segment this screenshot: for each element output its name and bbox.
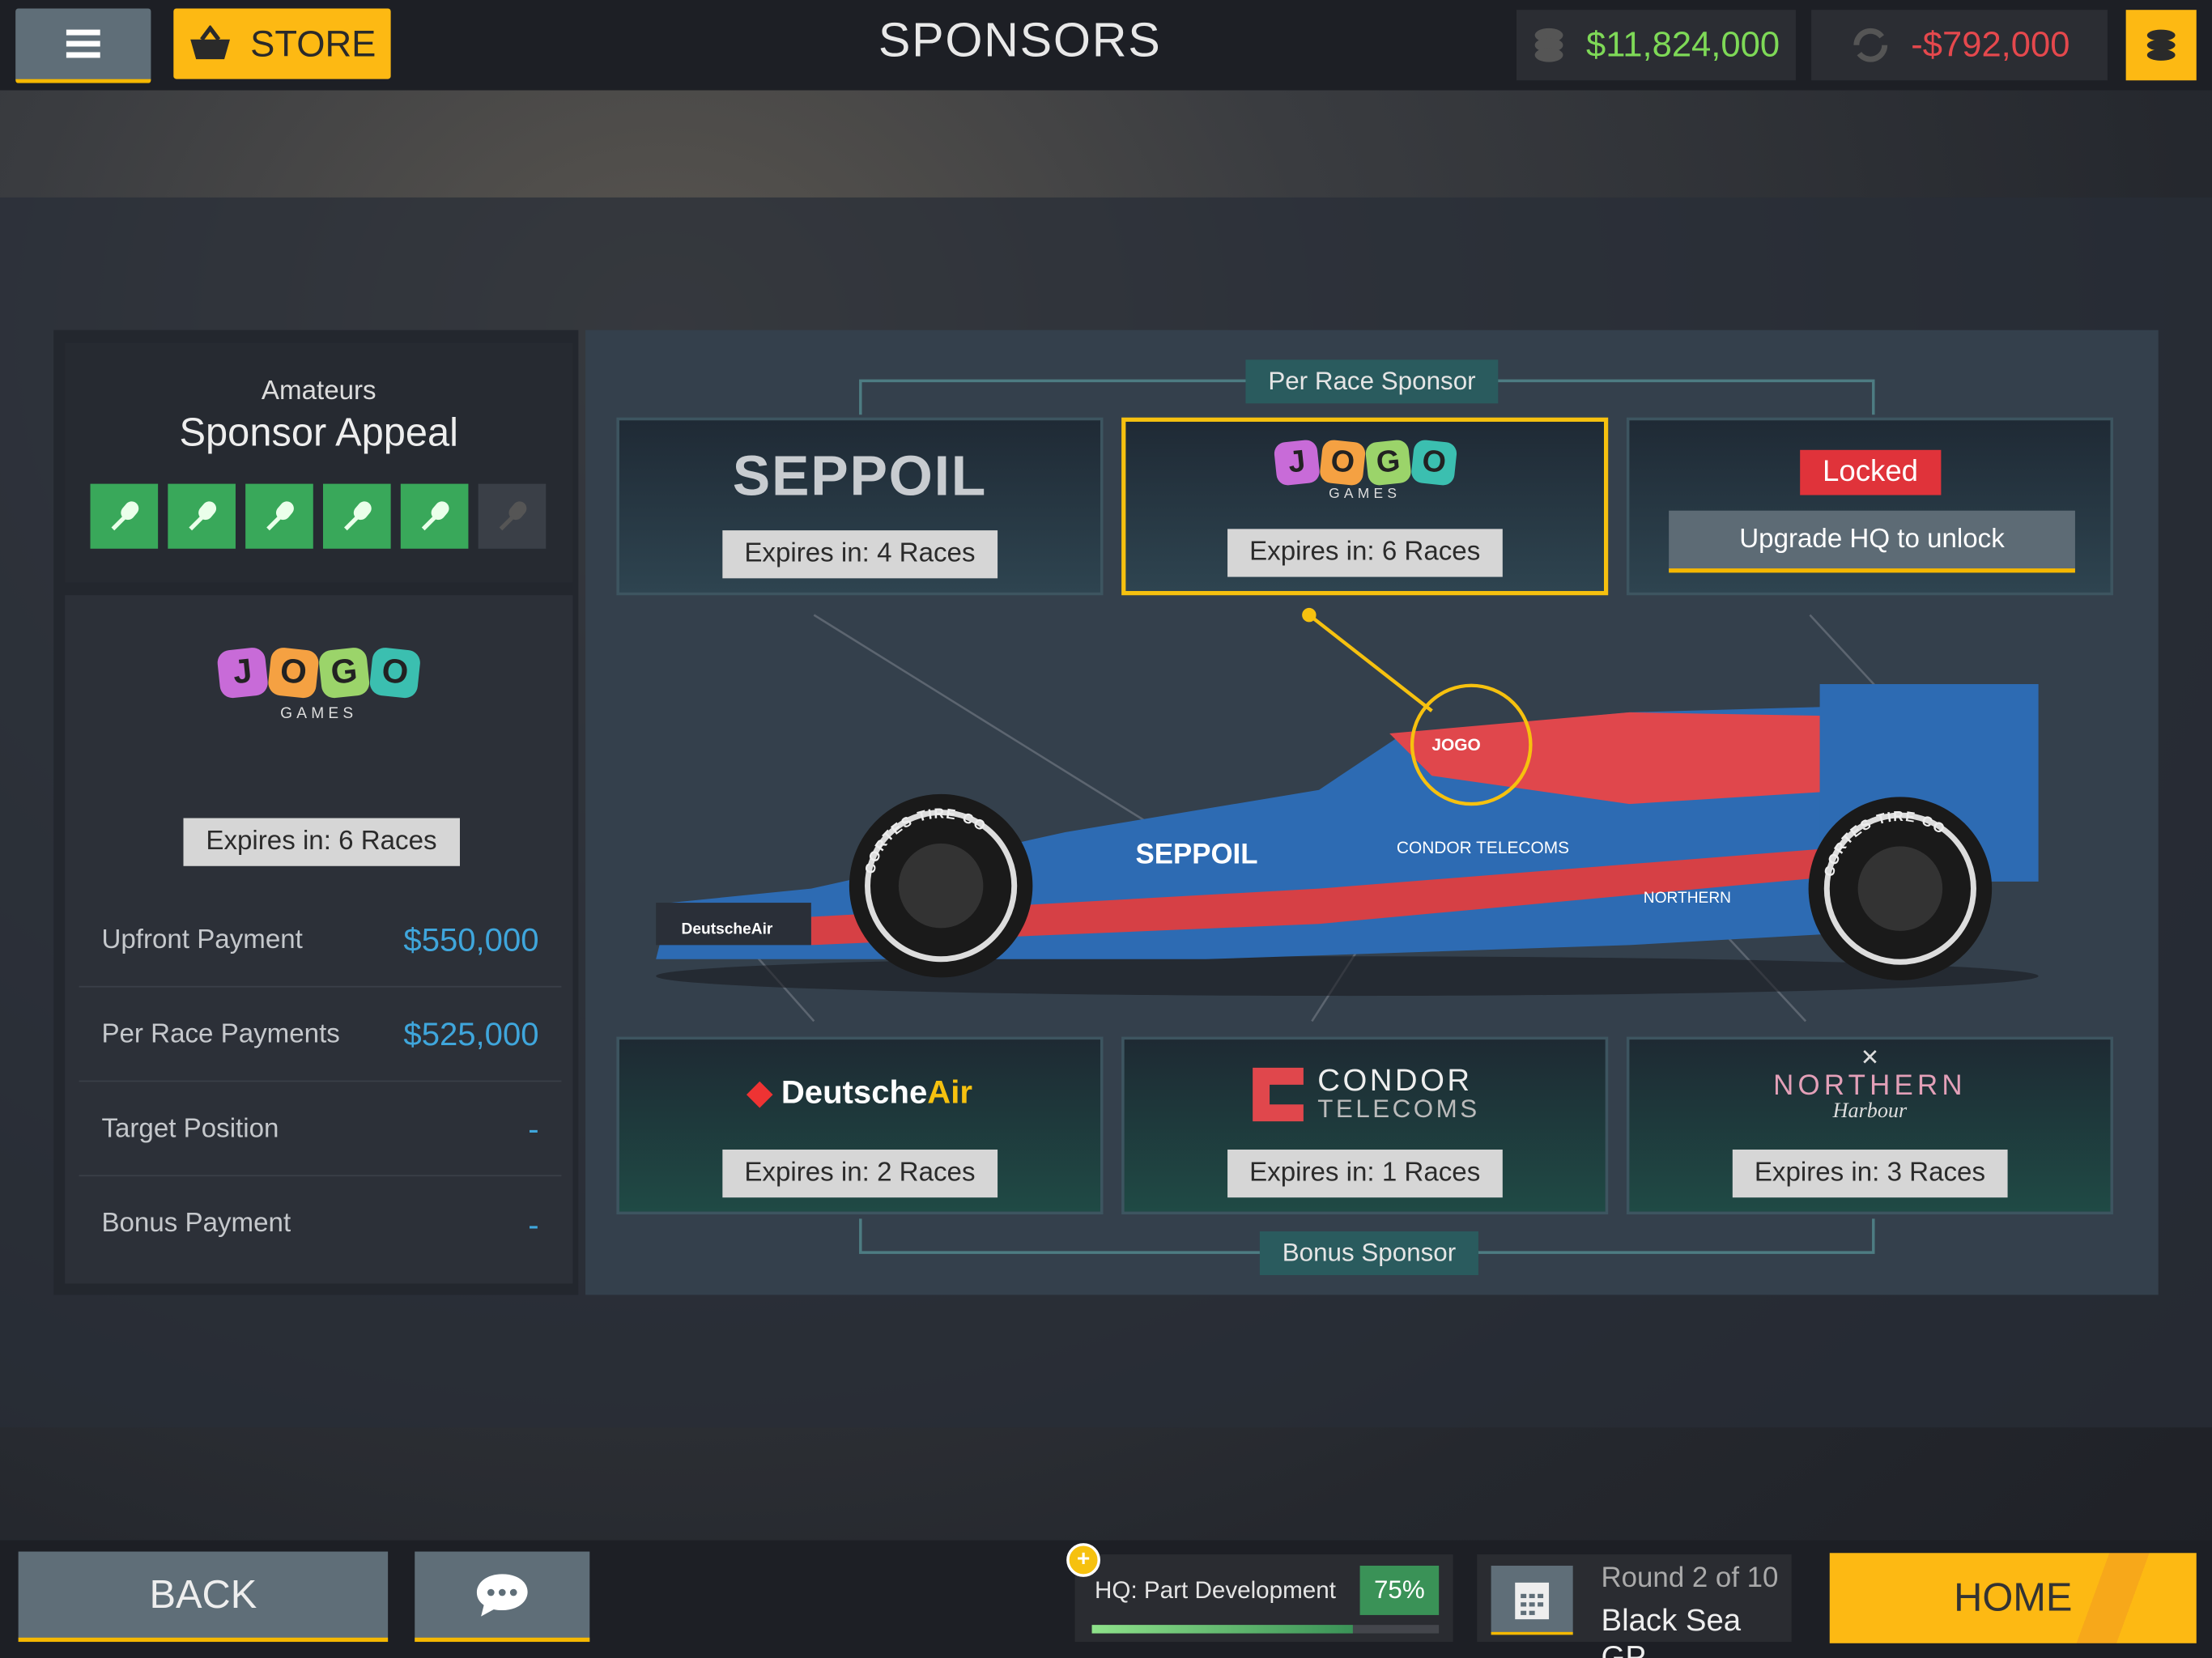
calendar-button[interactable] [1491, 1565, 1573, 1635]
menu-button[interactable] [15, 8, 151, 83]
microphone-icon [478, 483, 547, 549]
back-button[interactable]: BACK [18, 1551, 389, 1643]
logo-sub: GAMES [280, 705, 358, 723]
appeal-rating [90, 483, 573, 549]
sponsor-appeal-section: Amateurs Sponsor Appeal [65, 342, 573, 583]
coins-icon [2146, 29, 2176, 61]
payment-row: Bonus Payment - [79, 1178, 562, 1271]
livery-jogo: JOGO [1431, 736, 1480, 755]
microphone-icon [245, 483, 313, 549]
appeal-tier: Amateurs [261, 376, 376, 406]
microphone-icon [90, 483, 159, 549]
row-label: Upfront Payment [101, 925, 303, 954]
locked-badge: Locked [1800, 449, 1941, 495]
cycle-icon [1853, 28, 1887, 62]
basket-icon [190, 25, 231, 60]
flag-icon: ◆ [747, 1073, 781, 1111]
coins-icon [1535, 28, 1564, 62]
appeal-title: Sponsor Appeal [179, 410, 459, 455]
microphone-icon [322, 483, 391, 549]
condor-logo: CONDOR TELECOMS [1125, 1065, 1606, 1124]
row-value: $550,000 [403, 920, 539, 959]
balance-value: $11,824,000 [1586, 24, 1780, 65]
row-value: $525,000 [403, 1015, 539, 1052]
expires-badge: Expires in: 4 Races [721, 530, 998, 579]
livery-northern: NORTHERN [1644, 890, 1731, 907]
per-race-sponsor-label: Per Race Sponsor [1245, 359, 1499, 404]
jogo-logo: JOGO [65, 646, 572, 699]
bonus-slot-northern[interactable]: ✕ NORTHERN Harbour Expires in: 3 Races [1626, 1036, 2113, 1215]
hq-progress-widget[interactable]: HQ: Part Development 75% [1074, 1554, 1453, 1643]
balance-display: $11,824,000 [1516, 10, 1796, 81]
per-race-slot-seppoil[interactable]: SEPPOIL Expires in: 4 Races [616, 417, 1104, 596]
hq-percent: 75% [1359, 1565, 1440, 1615]
net-change-value: -$792,000 [1911, 24, 2070, 65]
row-label: Bonus Payment [101, 1209, 291, 1239]
round-label: Round 2 of 10 [1601, 1562, 1779, 1594]
expires-badge: Expires in: 1 Races [1227, 1149, 1504, 1198]
bonus-sponsor-label: Bonus Sponsor [1259, 1231, 1479, 1276]
microphone-icon [400, 483, 469, 549]
row-label: Per Race Payments [101, 1018, 340, 1049]
hq-progress-bar [1091, 1625, 1440, 1634]
store-button[interactable]: STORE [173, 8, 391, 79]
chat-button[interactable] [415, 1551, 590, 1643]
seppoil-logo: SEPPOIL [732, 445, 988, 508]
logo-sub: GAMES [1329, 487, 1402, 503]
livery-condor: CONDOR TELECOMS [1397, 839, 1569, 857]
bonus-slot-condor[interactable]: CONDOR TELECOMS Expires in: 1 Races [1121, 1036, 1609, 1215]
cross-icon: ✕ [1860, 1046, 1880, 1071]
hq-progress-fill [1091, 1625, 1352, 1634]
row-value: - [528, 1205, 539, 1243]
bonus-slot-deutscheair[interactable]: ◆ DeutscheAir Expires in: 2 Races [616, 1036, 1104, 1215]
race-name: Black Sea GP [1601, 1602, 1742, 1658]
calendar-icon [1515, 1581, 1550, 1619]
livery-seppoil: SEPPOIL [1136, 838, 1258, 869]
jogo-logo: JOGO [1150, 439, 1580, 487]
per-race-slot-jogo[interactable]: JOGO GAMES Expires in: 6 Races [1121, 417, 1609, 596]
plus-icon[interactable]: + [1066, 1543, 1100, 1577]
expires-badge: Expires in: 6 Races [1227, 529, 1504, 577]
microphone-icon [168, 483, 236, 549]
home-button[interactable]: HOME [1829, 1553, 2197, 1643]
expires-badge: Expires in: 3 Races [1731, 1149, 2008, 1198]
calendar-widget[interactable]: Round 2 of 10 Black Sea GP [1477, 1554, 1792, 1658]
expires-badge: Expires in: 6 Races [183, 818, 460, 866]
per-race-slot-locked: Locked Upgrade HQ to unlock [1626, 417, 2113, 596]
race-car: DeutscheAir SEPPOIL CONDOR TELECOMS NORT… [656, 683, 2039, 997]
hq-label: HQ: Part Development [1095, 1576, 1336, 1604]
buy-currency-button[interactable] [2125, 10, 2197, 81]
expires-badge: Expires in: 2 Races [721, 1149, 998, 1198]
page-title: SPONSORS [878, 14, 1162, 68]
row-value: - [528, 1110, 539, 1147]
upgrade-hq-button[interactable]: Upgrade HQ to unlock [1669, 510, 2075, 573]
payment-row: Per Race Payments $525,000 [79, 988, 562, 1082]
condor-c-icon [1253, 1067, 1304, 1122]
hamburger-icon [66, 29, 100, 58]
store-label: STORE [250, 22, 376, 65]
row-label: Target Position [101, 1113, 279, 1144]
payment-row: Upfront Payment $550,000 [79, 895, 562, 988]
deutscheair-logo: ◆ DeutscheAir [747, 1073, 972, 1111]
chat-bubble-icon [476, 1573, 528, 1616]
northern-logo: ✕ NORTHERN Harbour [1629, 1046, 2110, 1124]
payment-row: Target Position - [79, 1083, 562, 1177]
net-change-display: -$792,000 [1811, 10, 2108, 81]
livery-deutscheair: DeutscheAir [682, 920, 773, 937]
